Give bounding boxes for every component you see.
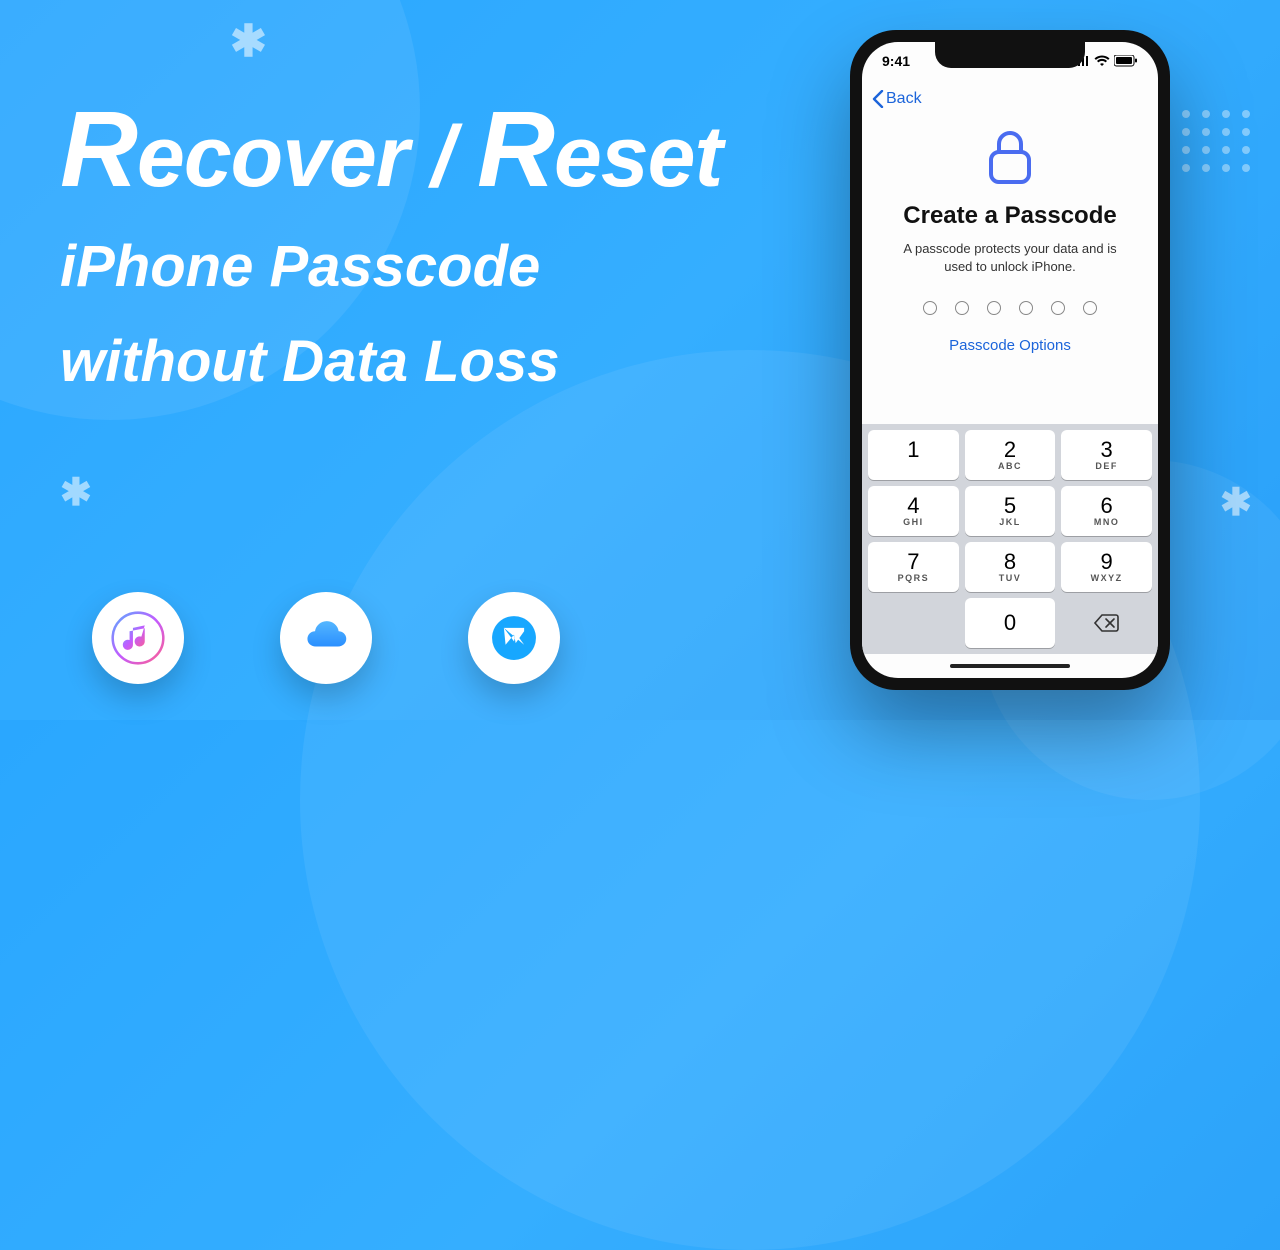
- passcode-dots: [888, 301, 1132, 315]
- asterisk-icon: ✱: [60, 470, 92, 515]
- asterisk-icon: ✱: [230, 16, 267, 67]
- keypad-key-8[interactable]: 8TUV: [965, 542, 1056, 592]
- iphone-mockup: 9:41 Back Create a Passcode A passcode p…: [850, 30, 1170, 690]
- keypad-key-9[interactable]: 9WXYZ: [1061, 542, 1152, 592]
- passcode-title: Create a Passcode: [888, 202, 1132, 230]
- keypad-key-0[interactable]: 0: [965, 598, 1056, 648]
- numeric-keypad: 1 2ABC3DEF 4GHI5JKL6MNO 7PQRS8TUV9WXYZ0: [862, 424, 1158, 654]
- back-button[interactable]: Back: [872, 90, 922, 108]
- mobiletrans-icon: [468, 592, 560, 684]
- keypad-key-2[interactable]: 2ABC: [965, 430, 1056, 480]
- battery-icon: [1114, 55, 1138, 67]
- keypad-key-3[interactable]: 3DEF: [1061, 430, 1152, 480]
- app-icon-row: [92, 592, 560, 684]
- lock-icon: [985, 126, 1035, 186]
- keypad-key-5[interactable]: 5JKL: [965, 486, 1056, 536]
- keypad-delete[interactable]: [1061, 598, 1152, 648]
- hero-line2: iPhone Passcode: [60, 237, 800, 298]
- icloud-icon: [280, 592, 372, 684]
- hero-text: Recover / Reset iPhone Passcode without …: [60, 95, 800, 393]
- asterisk-icon: ✱: [1220, 480, 1252, 525]
- home-indicator: [862, 654, 1158, 678]
- keypad-key-4[interactable]: 4GHI: [868, 486, 959, 536]
- passcode-subtitle: A passcode protects your data and is use…: [888, 240, 1132, 275]
- nav-bar: Back: [862, 80, 1158, 118]
- wifi-icon: [1094, 55, 1110, 67]
- back-label: Back: [886, 90, 922, 108]
- keypad-blank: [868, 598, 959, 648]
- keypad-key-1[interactable]: 1: [868, 430, 959, 480]
- hero-line3: without Data Loss: [60, 332, 800, 393]
- keypad-key-6[interactable]: 6MNO: [1061, 486, 1152, 536]
- chevron-left-icon: [872, 90, 884, 108]
- status-time: 9:41: [882, 53, 910, 69]
- keypad-key-7[interactable]: 7PQRS: [868, 542, 959, 592]
- passcode-options-link[interactable]: Passcode Options: [888, 337, 1132, 354]
- itunes-icon: [92, 592, 184, 684]
- iphone-notch: [935, 42, 1085, 68]
- hero-line1: Recover / Reset: [60, 95, 800, 203]
